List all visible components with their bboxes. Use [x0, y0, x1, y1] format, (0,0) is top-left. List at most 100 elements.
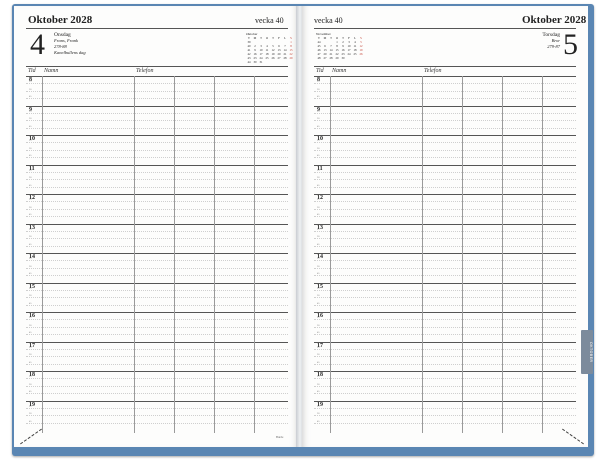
- quarter-rule: [26, 289, 288, 291]
- quarter-rule: [314, 260, 576, 262]
- quarter-label: 30: [29, 87, 32, 91]
- quarter-label: 30: [317, 294, 320, 298]
- quarter-label: 15: [317, 404, 320, 408]
- quarter-label: 15: [317, 139, 320, 143]
- quarter-label: 30: [317, 353, 320, 357]
- quarter-label: 30: [29, 382, 32, 386]
- quarter-rule: [26, 422, 288, 424]
- quarter-rule: [314, 422, 576, 424]
- quarter-rule: [314, 289, 576, 291]
- quarter-rule: [26, 363, 288, 365]
- quarter-rule: [314, 378, 576, 380]
- month-index-tab[interactable]: OKTOBER: [581, 330, 593, 374]
- col-head-phone: Telefon: [424, 68, 442, 74]
- quarter-label: 45: [317, 183, 320, 187]
- column-divider: [42, 76, 43, 433]
- quarter-label: 15: [317, 345, 320, 349]
- quarter-label: 45: [317, 242, 320, 246]
- quarter-label: 15: [317, 80, 320, 84]
- col-head-time: Tid: [28, 68, 36, 74]
- day-number: 4: [30, 28, 45, 61]
- quarter-label: 30: [317, 146, 320, 150]
- quarter-label: 30: [317, 117, 320, 121]
- day-of-year: 279-87: [547, 44, 560, 49]
- left-page: Oktober 2028 vecka 40 4 Onsdag Frans, Fr…: [14, 6, 298, 447]
- quarter-rule: [26, 260, 288, 262]
- quarter-rule: [314, 142, 576, 144]
- quarter-rule: [26, 334, 288, 336]
- quarter-rule: [26, 83, 288, 85]
- col-head-name: Namn: [332, 68, 347, 74]
- brand-mark: Burde: [276, 435, 284, 439]
- quarter-rule: [314, 208, 576, 210]
- quarter-rule: [314, 363, 576, 365]
- quarter-rule: [314, 230, 576, 232]
- month-year-title: Oktober 2028: [28, 14, 93, 26]
- quarter-rule: [26, 120, 288, 122]
- quarter-rule: [314, 90, 576, 92]
- quarter-rule: [314, 238, 576, 240]
- mini-calendar-day: [358, 56, 364, 60]
- quarter-rule: [314, 267, 576, 269]
- quarter-rule: [26, 171, 288, 173]
- quarter-label: 45: [29, 213, 32, 217]
- quarter-rule: [314, 356, 576, 358]
- quarter-rule: [26, 157, 288, 159]
- quarter-rule: [26, 179, 288, 181]
- quarter-label: 45: [29, 183, 32, 187]
- quarter-label: 45: [317, 331, 320, 335]
- quarter-label: 45: [317, 419, 320, 423]
- quarter-label: 30: [29, 176, 32, 180]
- column-divider: [174, 76, 175, 433]
- mini-calendar-november: November V M T O T F L S 44 1 2 3 4 5 45 6 7 8 9 10 11 12 46 13…: [316, 32, 364, 60]
- quarter-label: 30: [29, 146, 32, 150]
- quarter-label: 30: [317, 264, 320, 268]
- quarter-rule: [26, 348, 288, 350]
- quarter-label: 45: [29, 360, 32, 364]
- quarter-label: 30: [317, 382, 320, 386]
- quarter-rule: [26, 98, 288, 100]
- quarter-rule: [314, 348, 576, 350]
- quarter-rule: [314, 186, 576, 188]
- quarter-rule: [314, 171, 576, 173]
- quarter-label: 45: [317, 301, 320, 305]
- quarter-rule: [26, 275, 288, 277]
- quarter-label: 30: [29, 117, 32, 121]
- schedule-grid-right: 8 15 30 45 9 15 30 45 10 15 30 45 11 15 30 45 12 15 30 45 13…: [314, 76, 576, 433]
- quarter-label: 15: [29, 168, 32, 172]
- quarter-label: 30: [29, 235, 32, 239]
- right-page: vecka 40 Oktober 2028 November VMTOTFLS4…: [302, 6, 588, 447]
- mini-calendar-week-row: 44 30 31: [246, 60, 294, 64]
- quarter-rule: [314, 157, 576, 159]
- quarter-rule: [26, 245, 288, 247]
- quarter-rule: [314, 385, 576, 387]
- quarter-rule: [314, 245, 576, 247]
- quarter-label: 45: [317, 154, 320, 158]
- quarter-label: 45: [29, 331, 32, 335]
- quarter-label: 15: [317, 286, 320, 290]
- column-divider: [254, 76, 255, 433]
- quarter-rule: [26, 230, 288, 232]
- mini-calendar-grid: V M T O T F L S 39 1 40 2 3 4 5 6 7 8 41 9 10 11 12 13 14 15 42 16 1…: [246, 36, 294, 64]
- grid-top-rule: [314, 66, 576, 67]
- quarter-label: 45: [29, 124, 32, 128]
- quarter-label: 45: [317, 95, 320, 99]
- quarter-rule: [314, 127, 576, 129]
- quarter-label: 45: [29, 272, 32, 276]
- quarter-label: 45: [29, 419, 32, 423]
- mini-calendar-october: Oktober V M T O T F L S 39 1 40 2 3 4 5 6 7 8 41 9 10 11 12 13 1…: [246, 32, 294, 64]
- quarter-label: 15: [317, 109, 320, 113]
- mini-calendar-day: [288, 60, 294, 64]
- quarter-label: 30: [29, 205, 32, 209]
- quarter-rule: [314, 319, 576, 321]
- quarter-label: 45: [29, 154, 32, 158]
- quarter-rule: [314, 393, 576, 395]
- quarter-rule: [314, 275, 576, 277]
- column-divider: [542, 76, 543, 433]
- quarter-label: 45: [317, 360, 320, 364]
- column-divider: [462, 76, 463, 433]
- column-divider: [134, 76, 135, 433]
- quarter-label: 30: [317, 87, 320, 91]
- quarter-label: 15: [317, 257, 320, 261]
- quarter-label: 45: [317, 272, 320, 276]
